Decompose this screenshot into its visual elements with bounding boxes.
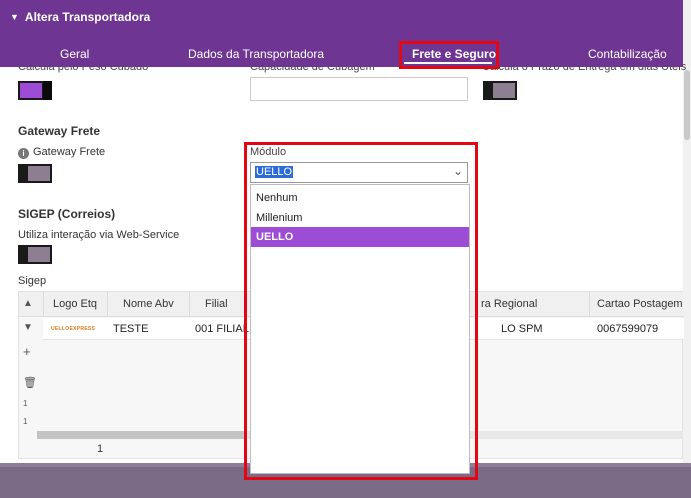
highlight-box-tab [399, 41, 499, 69]
caret-down-icon: ▼ [10, 12, 19, 22]
carrier-logo: UELLOEXPRESS [51, 326, 96, 332]
toggle-webservice[interactable] [18, 245, 52, 264]
col-logo-etq[interactable]: Logo Etq [53, 298, 97, 310]
gateway-section-title: Gateway Frete [18, 124, 101, 138]
vertical-scroll-thumb[interactable] [684, 70, 690, 140]
column-divider [43, 292, 44, 317]
trash-icon[interactable]: 🗑 [23, 376, 37, 389]
gateway-field-label: i Gateway Frete [18, 146, 105, 159]
toggle-gateway-frete[interactable] [18, 164, 52, 183]
tab-contabilizacao-label: Contabilização [588, 47, 667, 61]
cell-nome-abv: TESTE [113, 323, 149, 335]
tab-dados-transportadora-label: Dados da Transportadora [188, 47, 325, 61]
info-icon[interactable]: i [18, 148, 29, 159]
grid-horizontal-scroll-thumb[interactable] [37, 431, 247, 439]
cell-cartao-postagem: 0067599079 [597, 323, 659, 335]
column-divider [589, 292, 590, 317]
col-regional[interactable]: ra Regional [481, 298, 537, 310]
row-expand-icon[interactable]: ▼ [23, 322, 33, 333]
window-title-overlay: ▼ Altera Transportadora [10, 10, 150, 24]
column-divider [107, 292, 108, 317]
highlight-box-dropdown [244, 142, 478, 480]
add-row-icon[interactable]: + [23, 344, 31, 359]
col-filial[interactable]: Filial [205, 298, 228, 310]
row-counter: 1 [23, 417, 28, 426]
col-nome-abv[interactable]: Nome Abv [123, 298, 174, 310]
sigep-grid-label: Sigep [18, 275, 47, 287]
row-counter: 1 [23, 399, 28, 408]
capacidade-cubagem-input[interactable] [250, 77, 468, 101]
webservice-label: Utiliza interação via Web-Service [18, 229, 180, 241]
sigep-section-title: SIGEP (Correios) [18, 207, 116, 221]
col-cartao-postagem[interactable]: Cartao Postagem [597, 298, 683, 310]
window-title-text: Altera Transportadora [24, 10, 151, 24]
sort-up-icon[interactable]: ▲ [23, 298, 33, 309]
app-frame: ▼ Altera Transportadora Geral Dados da T… [0, 0, 691, 498]
toggle-knob [28, 166, 50, 181]
toggle-knob [20, 83, 42, 98]
column-divider [189, 292, 190, 317]
gateway-field-label-text: Gateway Frete [33, 146, 106, 158]
grid-pagination-page[interactable]: 1 [97, 443, 103, 455]
tab-geral-label: Geral [60, 47, 90, 61]
toggle-knob [28, 247, 50, 262]
cell-regional: LO SPM [501, 323, 543, 335]
toggle-peso-cubado[interactable] [18, 81, 52, 100]
toggle-knob [493, 83, 515, 98]
toggle-prazo-dias-uteis[interactable] [483, 81, 517, 100]
header-overlay: ▼ Altera Transportadora Geral Dados da T… [0, 0, 683, 67]
